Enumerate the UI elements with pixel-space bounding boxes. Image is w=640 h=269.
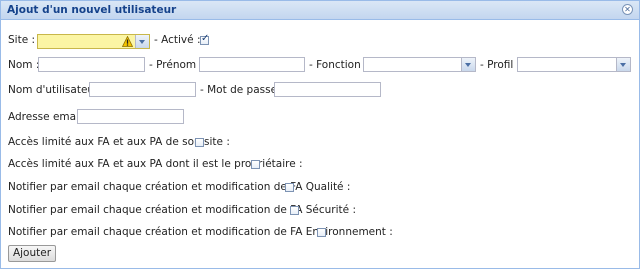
warning-icon (122, 36, 133, 47)
profil-combo[interactable] (517, 57, 631, 72)
nom-label: Nom : (8, 59, 40, 71)
form-body: Site : - Activé : Nom : - Prénom : - Fon… (1, 20, 639, 268)
password-field[interactable] (274, 82, 381, 97)
profil-label: - Profil : (480, 59, 521, 71)
notify-quality-checkbox[interactable] (285, 183, 294, 192)
fonction-combo[interactable] (363, 57, 476, 72)
fonction-chevron-down-icon[interactable] (461, 58, 475, 71)
active-label: - Activé : (154, 34, 201, 46)
profil-chevron-down-icon[interactable] (616, 58, 630, 71)
notify-environment-checkbox[interactable] (317, 228, 326, 237)
prenom-label: - Prénom : (149, 59, 204, 71)
add-user-window: Ajout d'un nouvel utilisateur ✕ Site : -… (0, 0, 640, 269)
limited-owner-access-checkbox[interactable] (251, 160, 260, 169)
notify-security-label: Notifier par email chaque création et mo… (8, 204, 356, 216)
limited-site-access-checkbox[interactable] (195, 138, 204, 147)
prenom-field[interactable] (199, 57, 305, 72)
site-combo[interactable] (37, 34, 150, 49)
site-label: Site : (8, 34, 36, 46)
window-title: Ajout d'un nouvel utilisateur (7, 4, 177, 16)
notify-environment-label: Notifier par email chaque création et mo… (8, 226, 393, 238)
password-label: - Mot de passe : (200, 84, 284, 96)
site-combo-chevron-down-icon[interactable] (135, 35, 149, 48)
notify-quality-label: Notifier par email chaque création et mo… (8, 181, 351, 193)
username-field[interactable] (89, 82, 196, 97)
add-button[interactable]: Ajouter (8, 245, 56, 262)
fonction-label: - Fonction : (309, 59, 368, 71)
active-checkbox[interactable] (200, 33, 209, 45)
close-icon[interactable]: ✕ (622, 4, 633, 15)
notify-security-checkbox[interactable] (290, 206, 299, 215)
email-field[interactable] (77, 109, 184, 124)
window-titlebar: Ajout d'un nouvel utilisateur ✕ (1, 1, 639, 20)
nom-field[interactable] (38, 57, 145, 72)
